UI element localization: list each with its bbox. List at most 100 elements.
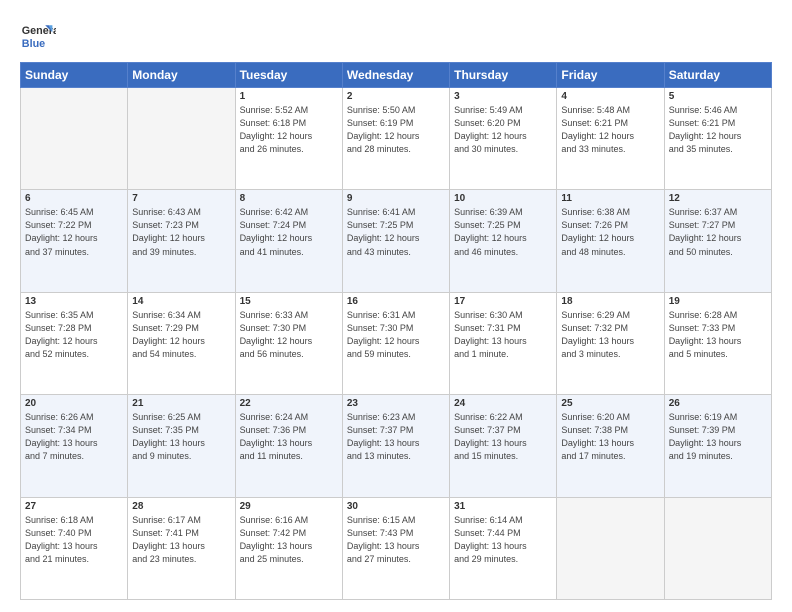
day-number: 24 xyxy=(454,398,552,409)
day-number: 1 xyxy=(240,91,338,102)
calendar-cell: 7Sunrise: 6:43 AM Sunset: 7:23 PM Daylig… xyxy=(128,190,235,292)
day-number: 21 xyxy=(132,398,230,409)
day-info: Sunrise: 6:15 AM Sunset: 7:43 PM Dayligh… xyxy=(347,514,445,566)
day-number: 8 xyxy=(240,193,338,204)
calendar-cell: 5 Sunrise: 5:46 AM Sunset: 6:21 PM Daylig… xyxy=(664,88,771,190)
day-info: Sunrise: 6:17 AM Sunset: 7:41 PM Dayligh… xyxy=(132,514,230,566)
calendar-cell: 6Sunrise: 6:45 AM Sunset: 7:22 PM Daylig… xyxy=(21,190,128,292)
day-info: Sunrise: 6:16 AM Sunset: 7:42 PM Dayligh… xyxy=(240,514,338,566)
calendar-cell: 30 Sunrise: 6:15 AM Sunset: 7:43 PM Dayli… xyxy=(342,497,449,599)
day-info: Sunrise: 5:50 AM Sunset: 6:19 PM Dayligh… xyxy=(347,104,445,156)
calendar-cell: 15 Sunrise: 6:33 AM Sunset: 7:30 PM Dayli… xyxy=(235,292,342,394)
calendar-cell: 19Sunrise: 6:28 AM Sunset: 7:33 PM Dayli… xyxy=(664,292,771,394)
day-number: 15 xyxy=(240,296,338,307)
day-info: Sunrise: 6:14 AM Sunset: 7:44 PM Dayligh… xyxy=(454,514,552,566)
calendar-cell: 3 Sunrise: 5:49 AM Sunset: 6:20 PM Daylig… xyxy=(450,88,557,190)
calendar-cell: 24 Sunrise: 6:22 AM Sunset: 7:37 PM Dayli… xyxy=(450,395,557,497)
day-number: 27 xyxy=(25,501,123,512)
day-info: Sunrise: 6:25 AM Sunset: 7:35 PM Dayligh… xyxy=(132,411,230,463)
day-number: 29 xyxy=(240,501,338,512)
calendar-cell: 12 Sunrise: 6:37 AM Sunset: 7:27 PM Dayli… xyxy=(664,190,771,292)
day-number: 5 xyxy=(669,91,767,102)
day-number: 16 xyxy=(347,296,445,307)
day-info: Sunrise: 5:49 AM Sunset: 6:20 PM Dayligh… xyxy=(454,104,552,156)
day-number: 10 xyxy=(454,193,552,204)
calendar-week-row: 20 Sunrise: 6:26 AM Sunset: 7:34 PM Dayli… xyxy=(21,395,772,497)
weekday-header-tuesday: Tuesday xyxy=(235,63,342,88)
day-number: 11 xyxy=(561,193,659,204)
day-info: Sunrise: 6:22 AM Sunset: 7:37 PM Dayligh… xyxy=(454,411,552,463)
calendar-week-row: 1 Sunrise: 5:52 AM Sunset: 6:18 PM Daylig… xyxy=(21,88,772,190)
weekday-header-wednesday: Wednesday xyxy=(342,63,449,88)
day-number: 9 xyxy=(347,193,445,204)
weekday-header-row: SundayMondayTuesdayWednesdayThursdayFrid… xyxy=(21,63,772,88)
calendar-cell: 13Sunrise: 6:35 AM Sunset: 7:28 PM Dayli… xyxy=(21,292,128,394)
day-info: Sunrise: 6:41 AM Sunset: 7:25 PM Dayligh… xyxy=(347,206,445,258)
day-info: Sunrise: 6:29 AM Sunset: 7:32 PM Dayligh… xyxy=(561,309,659,361)
calendar-cell: 29 Sunrise: 6:16 AM Sunset: 7:42 PM Dayli… xyxy=(235,497,342,599)
day-info: Sunrise: 6:23 AM Sunset: 7:37 PM Dayligh… xyxy=(347,411,445,463)
day-info: Sunrise: 6:37 AM Sunset: 7:27 PM Dayligh… xyxy=(669,206,767,258)
calendar-cell: 22Sunrise: 6:24 AM Sunset: 7:36 PM Dayli… xyxy=(235,395,342,497)
calendar-cell xyxy=(557,497,664,599)
day-info: Sunrise: 6:42 AM Sunset: 7:24 PM Dayligh… xyxy=(240,206,338,258)
page: General Blue SundayMondayTuesdayWednesda… xyxy=(0,0,792,612)
calendar-cell: 2 Sunrise: 5:50 AM Sunset: 6:19 PM Daylig… xyxy=(342,88,449,190)
calendar-cell: 20 Sunrise: 6:26 AM Sunset: 7:34 PM Dayli… xyxy=(21,395,128,497)
calendar-cell: 31 Sunrise: 6:14 AM Sunset: 7:44 PM Dayli… xyxy=(450,497,557,599)
day-info: Sunrise: 6:38 AM Sunset: 7:26 PM Dayligh… xyxy=(561,206,659,258)
day-number: 3 xyxy=(454,91,552,102)
calendar-week-row: 6Sunrise: 6:45 AM Sunset: 7:22 PM Daylig… xyxy=(21,190,772,292)
day-info: Sunrise: 6:18 AM Sunset: 7:40 PM Dayligh… xyxy=(25,514,123,566)
day-number: 30 xyxy=(347,501,445,512)
calendar-cell: 25 Sunrise: 6:20 AM Sunset: 7:38 PM Dayli… xyxy=(557,395,664,497)
day-info: Sunrise: 6:30 AM Sunset: 7:31 PM Dayligh… xyxy=(454,309,552,361)
weekday-header-sunday: Sunday xyxy=(21,63,128,88)
day-info: Sunrise: 6:34 AM Sunset: 7:29 PM Dayligh… xyxy=(132,309,230,361)
calendar-week-row: 27 Sunrise: 6:18 AM Sunset: 7:40 PM Dayli… xyxy=(21,497,772,599)
calendar-cell: 27 Sunrise: 6:18 AM Sunset: 7:40 PM Dayli… xyxy=(21,497,128,599)
day-info: Sunrise: 6:19 AM Sunset: 7:39 PM Dayligh… xyxy=(669,411,767,463)
day-info: Sunrise: 6:33 AM Sunset: 7:30 PM Dayligh… xyxy=(240,309,338,361)
logo: General Blue xyxy=(20,18,56,54)
calendar-cell: 23Sunrise: 6:23 AM Sunset: 7:37 PM Dayli… xyxy=(342,395,449,497)
day-number: 25 xyxy=(561,398,659,409)
day-number: 31 xyxy=(454,501,552,512)
day-number: 2 xyxy=(347,91,445,102)
day-number: 28 xyxy=(132,501,230,512)
header: General Blue xyxy=(20,18,772,54)
weekday-header-monday: Monday xyxy=(128,63,235,88)
day-info: Sunrise: 6:28 AM Sunset: 7:33 PM Dayligh… xyxy=(669,309,767,361)
day-info: Sunrise: 5:48 AM Sunset: 6:21 PM Dayligh… xyxy=(561,104,659,156)
calendar-cell: 14 Sunrise: 6:34 AM Sunset: 7:29 PM Dayli… xyxy=(128,292,235,394)
weekday-header-thursday: Thursday xyxy=(450,63,557,88)
day-number: 6 xyxy=(25,193,123,204)
calendar-cell: 28 Sunrise: 6:17 AM Sunset: 7:41 PM Dayli… xyxy=(128,497,235,599)
calendar-cell xyxy=(21,88,128,190)
weekday-header-saturday: Saturday xyxy=(664,63,771,88)
day-info: Sunrise: 6:35 AM Sunset: 7:28 PM Dayligh… xyxy=(25,309,123,361)
day-number: 4 xyxy=(561,91,659,102)
calendar-cell xyxy=(664,497,771,599)
calendar-cell: 9 Sunrise: 6:41 AM Sunset: 7:25 PM Daylig… xyxy=(342,190,449,292)
day-info: Sunrise: 6:24 AM Sunset: 7:36 PM Dayligh… xyxy=(240,411,338,463)
weekday-header-friday: Friday xyxy=(557,63,664,88)
day-info: Sunrise: 5:46 AM Sunset: 6:21 PM Dayligh… xyxy=(669,104,767,156)
calendar-week-row: 13Sunrise: 6:35 AM Sunset: 7:28 PM Dayli… xyxy=(21,292,772,394)
day-info: Sunrise: 6:26 AM Sunset: 7:34 PM Dayligh… xyxy=(25,411,123,463)
day-info: Sunrise: 6:20 AM Sunset: 7:38 PM Dayligh… xyxy=(561,411,659,463)
day-number: 20 xyxy=(25,398,123,409)
calendar-cell: 11 Sunrise: 6:38 AM Sunset: 7:26 PM Dayli… xyxy=(557,190,664,292)
calendar-table: SundayMondayTuesdayWednesdayThursdayFrid… xyxy=(20,62,772,600)
calendar-cell: 8 Sunrise: 6:42 AM Sunset: 7:24 PM Daylig… xyxy=(235,190,342,292)
calendar-cell: 21 Sunrise: 6:25 AM Sunset: 7:35 PM Dayli… xyxy=(128,395,235,497)
calendar-cell: 10 Sunrise: 6:39 AM Sunset: 7:25 PM Dayli… xyxy=(450,190,557,292)
day-number: 12 xyxy=(669,193,767,204)
day-number: 14 xyxy=(132,296,230,307)
day-info: Sunrise: 6:39 AM Sunset: 7:25 PM Dayligh… xyxy=(454,206,552,258)
day-info: Sunrise: 6:31 AM Sunset: 7:30 PM Dayligh… xyxy=(347,309,445,361)
calendar-cell: 26Sunrise: 6:19 AM Sunset: 7:39 PM Dayli… xyxy=(664,395,771,497)
day-info: Sunrise: 5:52 AM Sunset: 6:18 PM Dayligh… xyxy=(240,104,338,156)
day-number: 7 xyxy=(132,193,230,204)
calendar-cell: 4 Sunrise: 5:48 AM Sunset: 6:21 PM Daylig… xyxy=(557,88,664,190)
